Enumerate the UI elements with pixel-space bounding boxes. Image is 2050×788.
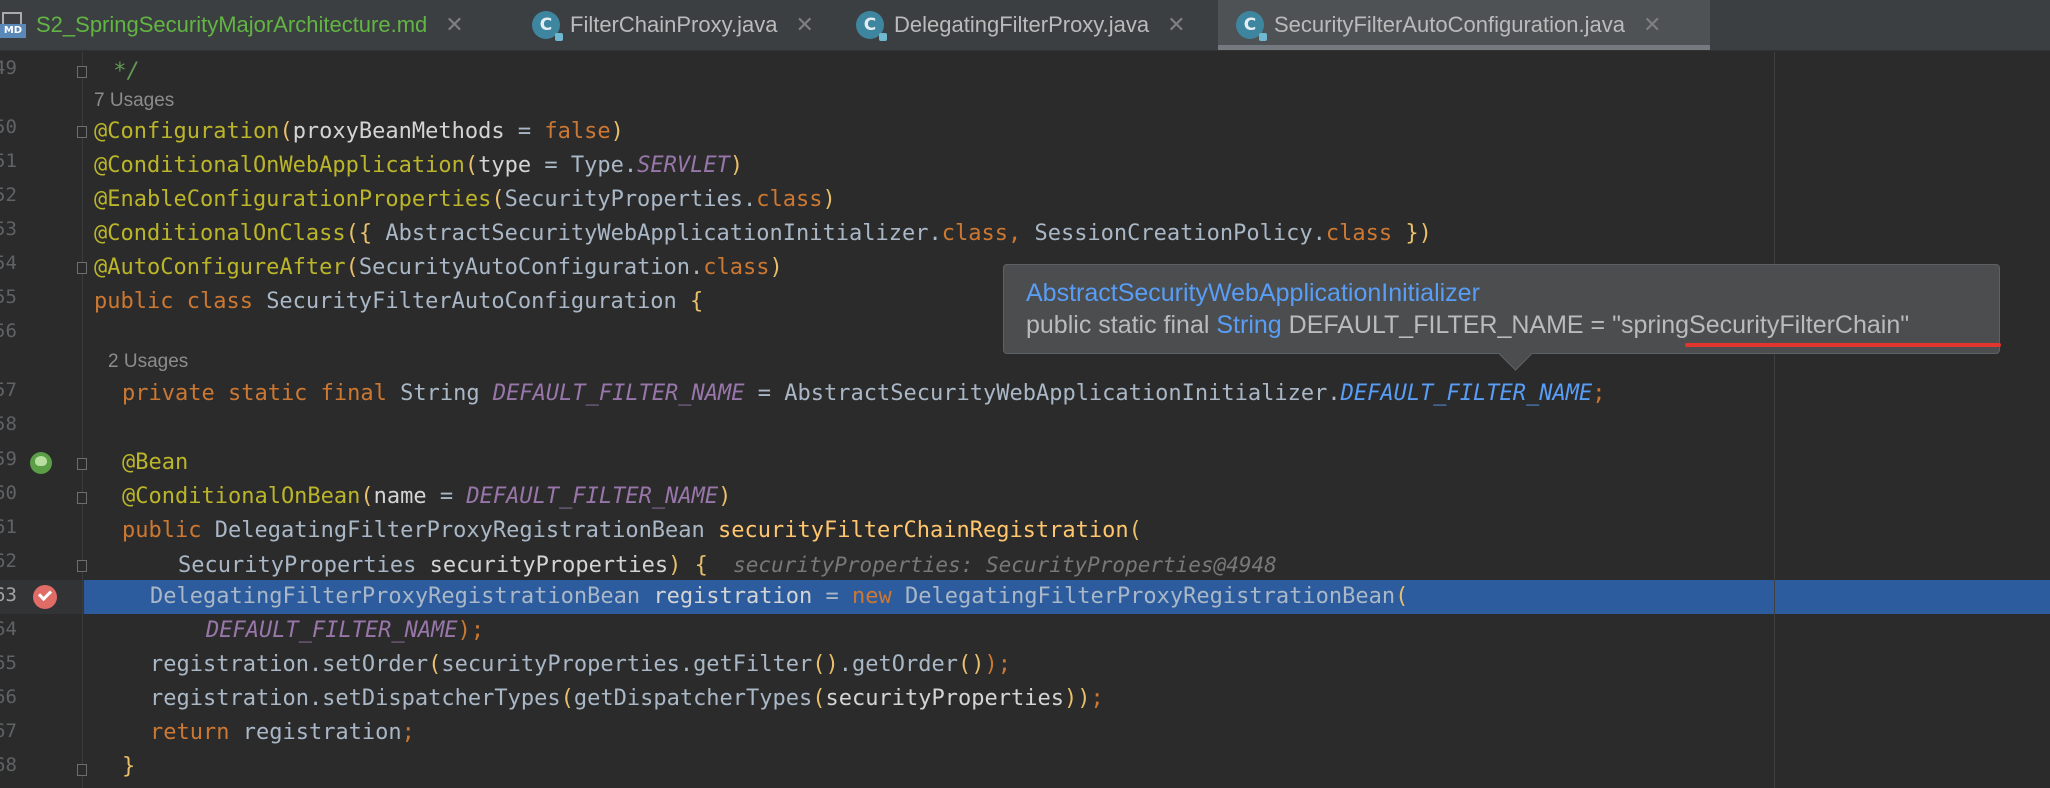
tab-label: FilterChainProxy.java — [570, 12, 778, 37]
usages-hint[interactable]: 2 Usages — [108, 351, 188, 373]
fold-marker-icon[interactable] — [77, 262, 87, 274]
code-line-current: DelegatingFilterProxyRegistrationBean re… — [150, 584, 1409, 609]
fold-guide — [82, 52, 83, 788]
breakpoint-icon[interactable] — [33, 585, 57, 609]
line-number: 68 — [0, 754, 17, 776]
code-line: @Configuration(proxyBeanMethods = false) — [94, 119, 624, 144]
line-number: 56 — [0, 320, 17, 342]
code-line: private static final String DEFAULT_FILT… — [122, 381, 1606, 406]
line-number: 63 — [0, 584, 17, 606]
code-line: } — [122, 754, 136, 779]
line-number: 50 — [0, 116, 17, 138]
tab-securityfilterautoconfiguration[interactable]: C SecurityFilterAutoConfiguration.java ✕ — [1218, 0, 1710, 50]
code-line: return registration; — [150, 720, 415, 745]
line-number: 65 — [0, 652, 17, 674]
code-line: DEFAULT_FILTER_NAME); — [206, 618, 485, 643]
tab-label: S2_SpringSecurityMajorArchitecture.md — [36, 12, 428, 37]
line-number: 60 — [0, 482, 17, 504]
code-line: @AutoConfigureAfter(SecurityAutoConfigur… — [94, 255, 783, 280]
usages-hint[interactable]: 7 Usages — [94, 90, 174, 112]
line-number: 53 — [0, 218, 17, 240]
code-line: SecurityProperties securityProperties) {… — [178, 553, 1277, 578]
tab-label: DelegatingFilterProxy.java — [894, 12, 1150, 37]
line-number: 67 — [0, 720, 17, 742]
java-class-icon: C — [856, 11, 887, 41]
inline-debug-value: securityProperties: SecurityProperties@4… — [707, 553, 1277, 577]
java-class-icon: C — [532, 11, 563, 41]
code-line: */ — [100, 59, 140, 84]
close-icon[interactable]: ✕ — [1167, 12, 1185, 38]
bean-icon[interactable] — [30, 452, 52, 474]
code-line: @Bean — [122, 450, 189, 475]
code-line: public DelegatingFilterProxyRegistration… — [122, 518, 1142, 543]
markdown-file-icon: MD — [0, 10, 26, 40]
line-number: 59 — [0, 448, 17, 470]
code-line: @EnableConfigurationProperties(SecurityP… — [94, 187, 836, 212]
fold-marker-icon[interactable] — [77, 126, 87, 138]
code-line: public class SecurityFilterAutoConfigura… — [94, 289, 704, 314]
fold-marker-icon[interactable] — [77, 492, 87, 504]
red-underline-annotation — [1685, 343, 2001, 347]
tab-label: SecurityFilterAutoConfiguration.java — [1274, 12, 1625, 37]
code-line: @ConditionalOnWebApplication(type = Type… — [94, 153, 744, 178]
java-class-icon: C — [1236, 11, 1267, 41]
fold-marker-icon[interactable] — [77, 560, 87, 572]
line-number: 64 — [0, 618, 17, 640]
line-number: 66 — [0, 686, 17, 708]
close-icon[interactable]: ✕ — [445, 12, 463, 38]
fold-marker-icon[interactable] — [77, 458, 87, 470]
line-number: 54 — [0, 252, 17, 274]
tooltip-class-link[interactable]: AbstractSecurityWebApplicationInitialize… — [1026, 279, 1480, 308]
line-number: 61 — [0, 516, 17, 538]
tab-delegatingfilterproxy[interactable]: C DelegatingFilterProxy.java ✕ — [856, 0, 1218, 50]
line-number: 58 — [0, 413, 17, 435]
editor-tab-bar: MD S2_SpringSecurityMajorArchitecture.md… — [0, 0, 2050, 51]
close-icon[interactable]: ✕ — [1643, 12, 1661, 38]
line-number: 51 — [0, 150, 17, 172]
code-line: registration.setOrder(securityProperties… — [150, 652, 1011, 677]
code-line: @ConditionalOnClass({ AbstractSecurityWe… — [94, 221, 1432, 246]
fold-marker-icon[interactable] — [77, 66, 87, 78]
tooltip-arrow — [1499, 338, 1532, 371]
close-icon[interactable]: ✕ — [795, 12, 813, 38]
line-number: 52 — [0, 184, 17, 206]
code-line: @ConditionalOnBean(name = DEFAULT_FILTER… — [122, 484, 732, 509]
tab-markdown-file[interactable]: MD S2_SpringSecurityMajorArchitecture.md… — [0, 0, 518, 50]
line-number: 49 — [0, 57, 17, 79]
tab-filterchainproxy[interactable]: C FilterChainProxy.java ✕ — [530, 0, 852, 50]
tooltip-declaration: public static final String DEFAULT_FILTE… — [1026, 311, 1910, 339]
fold-marker-icon[interactable] — [77, 764, 87, 776]
right-margin-guide — [1774, 52, 1775, 788]
quick-documentation-popup: AbstractSecurityWebApplicationInitialize… — [1003, 264, 2000, 371]
code-line: registration.setDispatcherTypes(getDispa… — [150, 686, 1104, 711]
line-number: 62 — [0, 550, 17, 572]
line-number: 57 — [0, 379, 17, 401]
line-number: 55 — [0, 286, 17, 308]
